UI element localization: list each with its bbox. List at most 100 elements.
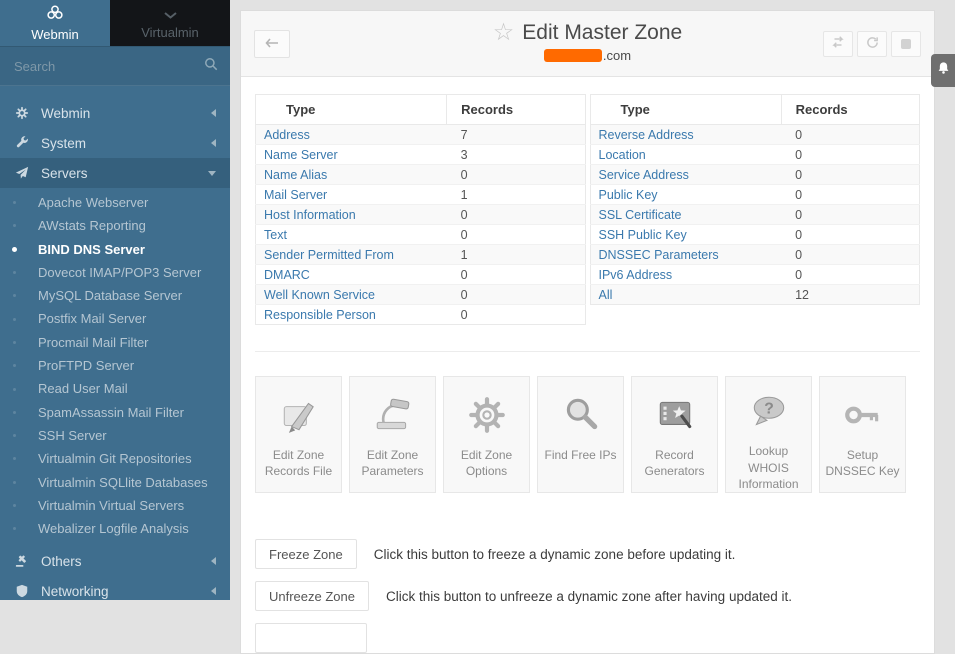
tile-edit-zone-parameters[interactable]: Edit Zone Parameters (349, 376, 436, 493)
sidebar-item-virtualmin-sqlite-databases[interactable]: Virtualmin SQLlite Databases (0, 471, 230, 494)
notifications-tab[interactable] (931, 54, 955, 87)
search-icon[interactable] (204, 57, 218, 76)
table-row: IPv6 Address0 (590, 265, 920, 285)
table-row: Sender Permitted From1 (256, 245, 586, 265)
record-type-link[interactable]: SSH Public Key (590, 225, 781, 245)
record-type-link[interactable]: Public Key (590, 185, 781, 205)
record-type-link[interactable]: IPv6 Address (590, 265, 781, 285)
table-row: DNSSEC Parameters0 (590, 245, 920, 265)
record-types-table-right: Type Records Reverse Address0 Location0 … (590, 94, 921, 305)
tile-label: Setup DNSSEC Key (820, 447, 905, 479)
tab-webmin[interactable]: Webmin (0, 0, 110, 46)
magnifier-icon (560, 392, 602, 438)
zone-action-tiles: Edit Zone Records File Edit Zone Paramet… (255, 376, 920, 493)
table-row: Service Address0 (590, 165, 920, 185)
record-type-link[interactable]: Reverse Address (590, 125, 781, 145)
tile-edit-zone-options[interactable]: Edit Zone Options (443, 376, 530, 493)
stop-icon (901, 39, 911, 49)
record-type-link[interactable]: DNSSEC Parameters (590, 245, 781, 265)
svg-text:?: ? (764, 401, 774, 418)
partial-action-row (255, 623, 920, 653)
record-type-link[interactable]: Responsible Person (256, 305, 447, 325)
apply-zone-button[interactable] (823, 31, 853, 57)
partial-button[interactable] (255, 623, 367, 653)
domain-redaction (544, 49, 602, 62)
apply-config-button[interactable] (857, 31, 887, 57)
record-type-link[interactable]: Name Server (256, 145, 447, 165)
record-type-link[interactable]: SSL Certificate (590, 205, 781, 225)
repeat-icon (831, 35, 845, 52)
record-type-link[interactable]: Mail Server (256, 185, 447, 205)
table-row: Address7 (256, 125, 586, 145)
sidebar-item-webalizer-logfile-analysis[interactable]: Webalizer Logfile Analysis (0, 517, 230, 540)
unfreeze-zone-button[interactable]: Unfreeze Zone (255, 581, 369, 611)
sidebar-item-proftpd-server[interactable]: ProFTPD Server (0, 354, 230, 377)
sidebar-item-awstats-reporting[interactable]: AWstats Reporting (0, 214, 230, 237)
sidebar-item-servers[interactable]: Servers (0, 158, 230, 188)
sidebar-item-virtualmin-virtual-servers[interactable]: Virtualmin Virtual Servers (0, 494, 230, 517)
stop-server-button[interactable] (891, 31, 921, 57)
tile-find-free-ips[interactable]: Find Free IPs (537, 376, 624, 493)
table-row: SSL Certificate0 (590, 205, 920, 225)
sidebar: Webmin Virtualmin Webmin (0, 0, 230, 600)
table-row: Reverse Address0 (590, 125, 920, 145)
tab-webmin-label: Webmin (31, 27, 78, 42)
sidebar-item-postfix-mail-server[interactable]: Postfix Mail Server (0, 307, 230, 330)
record-type-link[interactable]: Well Known Service (256, 285, 447, 305)
table-row: Responsible Person0 (256, 305, 586, 325)
sidebar-item-procmail-mail-filter[interactable]: Procmail Mail Filter (0, 331, 230, 354)
paper-plane-icon (14, 165, 30, 181)
tile-label: Find Free IPs (541, 447, 619, 463)
sidebar-item-system[interactable]: System (0, 128, 230, 158)
sidebar-item-mysql-database-server[interactable]: MySQL Database Server (0, 284, 230, 307)
sidebar-item-virtualmin-git-repositories[interactable]: Virtualmin Git Repositories (0, 447, 230, 470)
sidebar-item-webmin[interactable]: Webmin (0, 98, 230, 128)
sidebar-item-apache-webserver[interactable]: Apache Webserver (0, 191, 230, 214)
table-row: SSH Public Key0 (590, 225, 920, 245)
tab-virtualmin[interactable]: Virtualmin (110, 0, 230, 46)
record-type-link[interactable]: Name Alias (256, 165, 447, 185)
record-type-link[interactable]: Location (590, 145, 781, 165)
column-header-records: Records (447, 95, 585, 125)
sidebar-item-networking[interactable]: Networking (0, 576, 230, 600)
speech-question-icon: ? (748, 392, 790, 434)
tile-edit-zone-records-file[interactable]: Edit Zone Records File (255, 376, 342, 493)
sidebar-item-others[interactable]: Others (0, 546, 230, 576)
caret-down-icon (208, 171, 216, 176)
table-row: Location0 (590, 145, 920, 165)
sidebar-item-read-user-mail[interactable]: Read User Mail (0, 377, 230, 400)
table-row: Name Server3 (256, 145, 586, 165)
caret-left-icon (211, 587, 216, 595)
tile-lookup-whois-information[interactable]: ? Lookup WHOIS Information (725, 376, 812, 493)
record-count: 0 (447, 225, 585, 245)
record-type-link[interactable]: Sender Permitted From (256, 245, 447, 265)
record-type-link[interactable]: Text (256, 225, 447, 245)
app-window: Webmin Virtualmin Webmin (0, 0, 955, 600)
tile-record-generators[interactable]: Record Generators (631, 376, 718, 493)
back-button[interactable] (254, 30, 290, 58)
sidebar-item-label: Servers (41, 166, 88, 181)
sidebar-item-ssh-server[interactable]: SSH Server (0, 424, 230, 447)
freeze-zone-description: Click this button to freeze a dynamic zo… (374, 547, 736, 562)
sidebar-item-spamassassin-mail-filter[interactable]: SpamAssassin Mail Filter (0, 401, 230, 424)
page-content: Type Records Address7 Name Server3 Name … (241, 77, 934, 653)
record-type-link[interactable]: DMARC (256, 265, 447, 285)
record-count: 0 (447, 265, 585, 285)
record-type-link[interactable]: Host Information (256, 205, 447, 225)
search-input[interactable] (12, 58, 204, 75)
tile-setup-dnssec-key[interactable]: Setup DNSSEC Key (819, 376, 906, 493)
gear-icon (14, 105, 30, 121)
caret-left-icon (211, 139, 216, 147)
record-type-link[interactable]: Service Address (590, 165, 781, 185)
freeze-zone-button[interactable]: Freeze Zone (255, 539, 357, 569)
record-type-link[interactable]: All (590, 285, 781, 305)
sidebar-item-label: Networking (41, 584, 109, 599)
record-count: 3 (447, 145, 585, 165)
sidebar-item-bind-dns-server[interactable]: BIND DNS Server (0, 238, 230, 261)
record-count: 0 (447, 285, 585, 305)
module-panel: ☆ Edit Master Zone .com (240, 10, 935, 654)
sidebar-item-dovecot-imap-pop3-server[interactable]: Dovecot IMAP/POP3 Server (0, 261, 230, 284)
column-header-type: Type (590, 95, 781, 125)
record-type-link[interactable]: Address (256, 125, 447, 145)
star-icon[interactable]: ☆ (493, 21, 515, 45)
